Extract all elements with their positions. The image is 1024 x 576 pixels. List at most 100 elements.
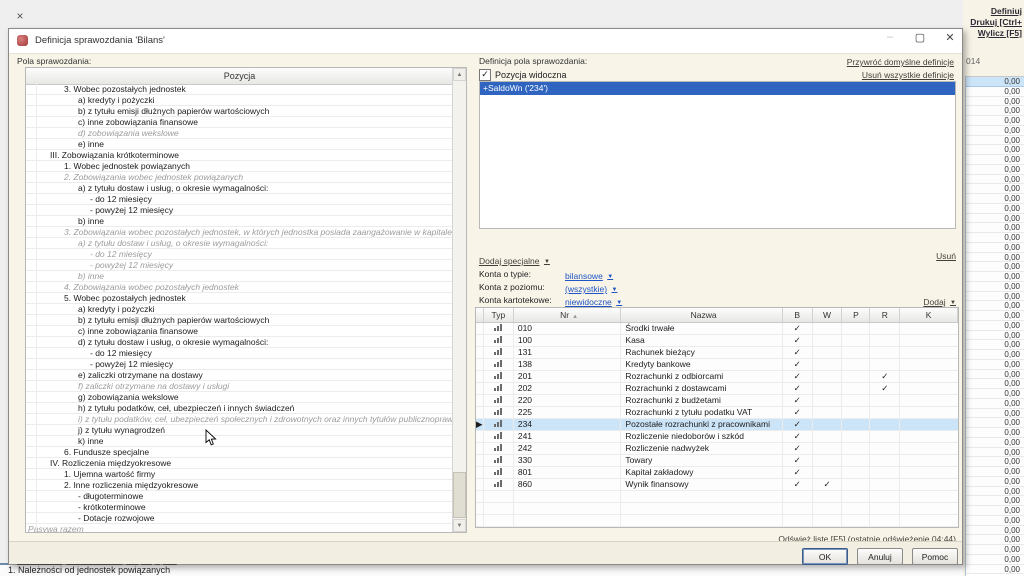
position-row[interactable]: e) inne	[26, 139, 453, 150]
drukuj-link[interactable]: Drukuj [Ctrl+	[970, 17, 1022, 28]
column-k[interactable]: K	[900, 308, 958, 322]
account-row[interactable]: 010Środki trwałe✓	[476, 323, 958, 335]
position-row[interactable]: 2. Zobowiązania wobec jednostek powiązan…	[26, 172, 453, 183]
scroll-thumb[interactable]	[453, 472, 466, 518]
account-row[interactable]: 860Wynik finansowy✓✓	[476, 479, 958, 491]
position-row[interactable]: c) inne zobowiązania finansowe	[26, 117, 453, 128]
list-scrollbar[interactable]: ▲ ▼	[452, 68, 466, 532]
position-row[interactable]: - do 12 miesięcy	[26, 348, 453, 359]
position-row[interactable]: III. Zobowiązania krótkoterminowe	[26, 150, 453, 161]
position-row[interactable]: a) kredyty i pożyczki	[26, 304, 453, 315]
check-b: ✓	[783, 467, 813, 478]
position-row[interactable]: a) z tytułu dostaw i usług, o okresie wy…	[26, 183, 453, 194]
position-row[interactable]: - do 12 miesięcy	[26, 249, 453, 260]
account-row[interactable]: 138Kredyty bankowe✓	[476, 359, 958, 371]
position-row[interactable]: d) zobowiązania wekslowe	[26, 128, 453, 139]
account-row[interactable]: 330Towary✓	[476, 455, 958, 467]
scroll-up-icon[interactable]: ▲	[453, 68, 466, 81]
position-row[interactable]: i) z tytułu podatków, ceł, ubezpieczeń s…	[26, 414, 453, 425]
position-row[interactable]: 1. Wobec jednostek powiązanych	[26, 161, 453, 172]
position-row[interactable]: b) z tytułu emisji dłużnych papierów war…	[26, 315, 453, 326]
position-row[interactable]: IV. Rozliczenia międzyokresowe	[26, 458, 453, 469]
filter-card-value[interactable]: niewidoczne	[565, 297, 612, 307]
position-row[interactable]: - długoterminowe	[26, 491, 453, 502]
cancel-button[interactable]: Anuluj	[857, 548, 903, 565]
wylicz-link[interactable]: Wylicz [F5]	[970, 28, 1022, 39]
account-row[interactable]: 220Rozrachunki z budżetami✓	[476, 395, 958, 407]
position-row[interactable]: d) z tytułu dostaw i usług, o okresie wy…	[26, 337, 453, 348]
add-account-dropdown-icon[interactable]: ▼	[950, 300, 956, 306]
position-row[interactable]: 5. Wobec pozostałych jednostek	[26, 293, 453, 304]
account-row[interactable]: 100Kasa✓	[476, 335, 958, 347]
account-row[interactable]: 241Rozliczenie niedoborów i szkód✓	[476, 431, 958, 443]
add-special-dropdown-icon[interactable]: ▼	[544, 259, 550, 265]
account-type-icon	[484, 419, 514, 430]
definiuj-link[interactable]: Definiuj	[970, 6, 1022, 17]
position-row[interactable]: 3. Wobec pozostałych jednostek	[26, 84, 453, 95]
position-row[interactable]: 2. Inne rozliczenia międzyokresowe	[26, 480, 453, 491]
column-p[interactable]: P	[842, 308, 870, 322]
help-button[interactable]: Pomoc	[912, 548, 958, 565]
position-row[interactable]: - krótkoterminowe	[26, 502, 453, 513]
position-row[interactable]: g) zobowiązania wekslowe	[26, 392, 453, 403]
amount-row: 0,00	[966, 487, 1024, 497]
remove-all-definitions-link[interactable]: Usuń wszystkie definicje	[862, 70, 954, 80]
add-special-link[interactable]: Dodaj specjalne	[479, 256, 539, 266]
account-row[interactable]: 201Rozrachunki z odbiorcami✓✓	[476, 371, 958, 383]
position-row[interactable]: - powyżej 12 miesięcy	[26, 359, 453, 370]
column-b[interactable]: B	[783, 308, 813, 322]
position-row[interactable]: - powyżej 12 miesięcy	[26, 205, 453, 216]
account-name: Rozrachunki z tytułu podatku VAT	[621, 407, 782, 418]
position-row[interactable]: - Dotacje rozwojowe	[26, 513, 453, 524]
formula-selected-row[interactable]: +SaldoWn ('234')	[480, 82, 955, 95]
account-row[interactable]: 202Rozrachunki z dostawcami✓✓	[476, 383, 958, 395]
account-number: 234	[514, 419, 622, 430]
position-row[interactable]: b) inne	[26, 216, 453, 227]
account-row[interactable]: ▶234Pozostałe rozrachunki z pracownikami…	[476, 419, 958, 431]
position-row[interactable]: a) kredyty i pożyczki	[26, 95, 453, 106]
position-row[interactable]: Pasywa razem	[26, 524, 453, 532]
position-row[interactable]: a) z tytułu dostaw i usług, o okresie wy…	[26, 238, 453, 249]
check-r	[870, 431, 900, 442]
empty-account-row	[476, 503, 958, 515]
amount-row: 0,00	[966, 243, 1024, 253]
account-row[interactable]: 242Rozliczenie nadwyżek✓	[476, 443, 958, 455]
position-row[interactable]: - do 12 miesięcy	[26, 194, 453, 205]
ok-button[interactable]: OK	[802, 548, 848, 565]
position-row[interactable]: 1. Ujemna wartość firmy	[26, 469, 453, 480]
position-row[interactable]: 3. Zobowiązania wobec pozostałych jednos…	[26, 227, 453, 238]
position-row[interactable]: h) z tytułu podatków, ceł, ubezpieczeń i…	[26, 403, 453, 414]
visible-checkbox-row: ✓ Pozycja widoczna	[479, 69, 567, 81]
account-row[interactable]: 225Rozrachunki z tytułu podatku VAT✓	[476, 407, 958, 419]
visible-checkbox[interactable]: ✓	[479, 69, 491, 81]
account-number: 860	[514, 479, 622, 490]
account-row[interactable]: 131Rachunek bieżący✓	[476, 347, 958, 359]
add-account-link[interactable]: Dodaj	[923, 297, 945, 307]
filter-type-value[interactable]: bilansowe	[565, 271, 603, 281]
restore-defaults-link[interactable]: Przywróć domyślne definicje	[847, 57, 954, 67]
remove-formula-link[interactable]: Usuń	[936, 251, 956, 269]
close-icon[interactable]: ✕	[942, 31, 958, 44]
column-nr[interactable]: Nr▲	[514, 308, 622, 322]
position-row[interactable]: b) inne	[26, 271, 453, 282]
position-row[interactable]: j) z tytułu wynagrodzeń	[26, 425, 453, 436]
position-row[interactable]: 4. Zobowiązania wobec pozostałych jednos…	[26, 282, 453, 293]
maximize-icon[interactable]: ▢	[912, 31, 928, 44]
position-row[interactable]: c) inne zobowiązania finansowe	[26, 326, 453, 337]
position-row[interactable]: b) z tytułu emisji dłużnych papierów war…	[26, 106, 453, 117]
filter-card-dropdown-icon[interactable]: ▼	[616, 300, 622, 306]
position-row[interactable]: e) zaliczki otrzymane na dostawy	[26, 370, 453, 381]
column-w[interactable]: W	[813, 308, 843, 322]
tab-close-icon[interactable]: ×	[12, 8, 28, 24]
position-row[interactable]: 6. Fundusze specjalne	[26, 447, 453, 458]
column-nazwa[interactable]: Nazwa	[621, 308, 782, 322]
scroll-down-icon[interactable]: ▼	[453, 519, 466, 532]
filter-level-value[interactable]: (wszystkie)	[565, 284, 607, 294]
column-r[interactable]: R	[870, 308, 900, 322]
account-row[interactable]: 801Kapitał zakładowy✓	[476, 467, 958, 479]
position-column-header[interactable]: Pozycja	[26, 68, 453, 85]
position-row[interactable]: f) zaliczki otrzymane na dostawy i usług…	[26, 381, 453, 392]
position-row[interactable]: k) inne	[26, 436, 453, 447]
position-row[interactable]: - powyżej 12 miesięcy	[26, 260, 453, 271]
column-typ[interactable]: Typ	[484, 308, 514, 322]
